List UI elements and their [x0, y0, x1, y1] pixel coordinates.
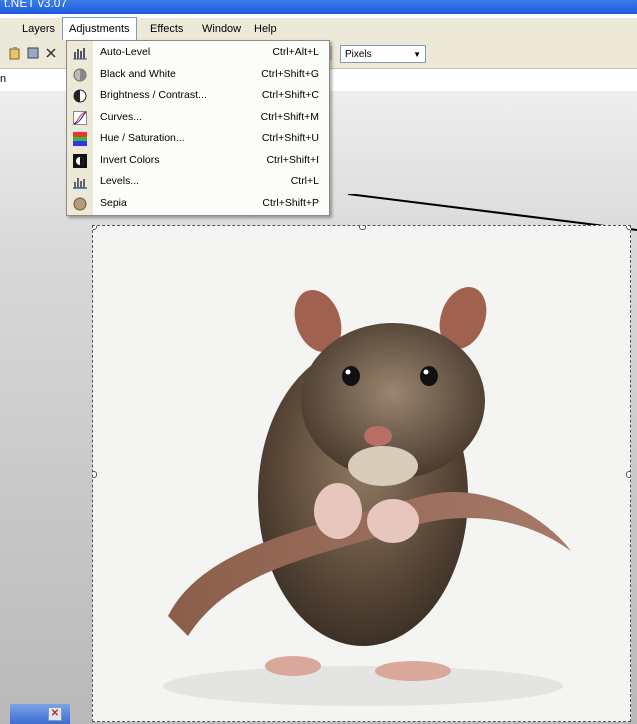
image-canvas[interactable] — [92, 225, 631, 722]
menu-item-levels[interactable]: Levels... Ctrl+L — [67, 171, 329, 193]
crop-icon[interactable] — [26, 46, 40, 60]
menu-item-hue-saturation[interactable]: Hue / Saturation... Ctrl+Shift+U — [67, 128, 329, 150]
menu-item-shortcut: Ctrl+Shift+M — [260, 110, 319, 123]
menu-item-curves[interactable]: Curves... Ctrl+Shift+M — [67, 107, 329, 129]
title-bar: t.NET v3.07 — [0, 0, 637, 14]
menu-item-brightness-contrast[interactable]: Brightness / Contrast... Ctrl+Shift+C — [67, 85, 329, 107]
sepia-icon — [73, 197, 87, 211]
menu-item-label: Black and White — [100, 67, 176, 80]
chevron-down-icon: ▼ — [413, 50, 421, 59]
auto-level-icon — [73, 46, 87, 60]
menu-item-label: Auto-Level — [100, 46, 151, 58]
units-dropdown[interactable]: Pixels ▼ — [340, 45, 426, 63]
menu-bar: Layers Adjustments Effects Window Help — [0, 17, 637, 40]
menu-item-label: Curves... — [100, 110, 143, 123]
menu-layers[interactable]: Layers — [16, 18, 61, 40]
close-icon[interactable]: ✕ — [48, 707, 62, 721]
menu-item-shortcut: Ctrl+Shift+P — [262, 196, 319, 209]
strip-label: n — [0, 73, 7, 85]
menu-item-label: Brightness / Contrast... — [100, 89, 207, 101]
menu-help[interactable]: Help — [248, 18, 283, 40]
invert-colors-icon — [73, 153, 87, 168]
menu-item-black-and-white[interactable]: Black and White Ctrl+Shift+G — [67, 64, 329, 86]
resize-handle[interactable] — [626, 226, 630, 230]
rat-photo — [93, 226, 630, 721]
levels-icon — [73, 175, 87, 189]
black-and-white-icon — [73, 68, 87, 82]
resize-handle[interactable] — [626, 471, 630, 478]
menu-item-label: Sepia — [100, 196, 127, 209]
delete-icon[interactable] — [44, 46, 58, 60]
menu-item-shortcut: Ctrl+L — [290, 175, 319, 187]
resize-handle[interactable] — [359, 226, 366, 230]
menu-item-label: Levels... — [100, 175, 140, 187]
menu-window[interactable]: Window — [196, 18, 247, 40]
curves-icon — [73, 110, 87, 125]
menu-item-shortcut: Ctrl+Shift+U — [261, 132, 319, 144]
menu-item-label: Invert Colors — [100, 153, 160, 166]
resize-handle[interactable] — [93, 471, 97, 478]
hue-saturation-icon — [73, 132, 87, 146]
menu-item-shortcut: Ctrl+Shift+C — [261, 89, 319, 101]
adjustments-menu: Auto-Level Ctrl+Alt+L Black and White Ct… — [66, 40, 330, 216]
menu-item-shortcut: Ctrl+Alt+L — [272, 46, 319, 58]
menu-item-label: Hue / Saturation... — [100, 132, 185, 144]
menu-item-auto-level[interactable]: Auto-Level Ctrl+Alt+L — [67, 42, 329, 64]
units-value: Pixels — [345, 49, 372, 60]
menu-item-invert-colors[interactable]: Invert Colors Ctrl+Shift+I — [67, 150, 329, 172]
floating-panel-titlebar: ✕ — [10, 704, 70, 724]
menu-item-shortcut: Ctrl+Shift+G — [261, 67, 319, 80]
menu-item-sepia[interactable]: Sepia Ctrl+Shift+P — [67, 193, 329, 215]
menu-adjustments[interactable]: Adjustments — [62, 17, 137, 40]
brightness-contrast-icon — [73, 89, 87, 103]
menu-item-shortcut: Ctrl+Shift+I — [266, 153, 319, 166]
paste-icon[interactable] — [8, 46, 22, 60]
app-title: t.NET v3.07 — [4, 0, 68, 10]
menu-effects[interactable]: Effects — [144, 18, 189, 40]
